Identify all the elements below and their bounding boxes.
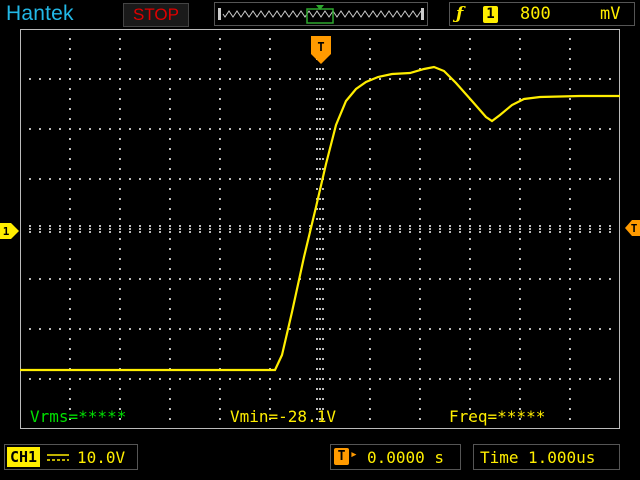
timebase-panel[interactable]: Time 1.000us [473,444,620,470]
channel-1-label: CH1 [7,447,41,467]
trigger-position-icon: T [334,448,349,465]
brand-logo: Hantek [6,2,74,25]
timebase-label: Time [480,448,519,467]
trigger-position-value: 0.0000 s [367,448,445,467]
trigger-edge-icon: ƒ [456,4,464,24]
trigger-level-marker-label: T [631,222,638,235]
trigger-time-marker-label: T [317,40,324,54]
vmin-measurement: Vmin=-28.1V [230,407,336,426]
arrow-right-icon: ▸ [350,447,358,462]
freq-measurement: Freq=***** [449,407,546,426]
timebase-value: 1.000us [528,448,596,467]
channel-1-ground-marker-label: 1 [3,225,10,238]
waveform-display[interactable] [20,29,620,429]
trigger-source-badge: 1 [483,6,498,23]
trigger-time-marker[interactable]: T [310,36,332,66]
memory-waveform-icon [218,5,424,24]
status-bar: Hantek STOP ƒ 1 800 mV [0,0,640,28]
channel-1-settings[interactable]: CH1 10.0V [4,444,138,470]
volts-per-div: 10.0V [77,448,126,467]
channel-1-ground-marker[interactable]: 1 [0,222,20,240]
run-stop-indicator[interactable]: STOP [123,3,189,27]
settings-bar: CH1 10.0V T ▸ 0.0000 s Time 1.000us [0,440,640,480]
trigger-level-unit: mV [600,4,621,24]
dc-coupling-icon [45,447,71,471]
trigger-level-marker[interactable]: T [625,219,640,237]
vrms-measurement: Vrms=***** [30,407,127,426]
trigger-panel[interactable]: ƒ 1 800 mV [449,2,635,26]
trigger-position-panel[interactable]: T ▸ 0.0000 s [330,444,461,470]
memory-position-bar[interactable] [214,2,428,26]
trigger-level-value: 800 [520,4,551,24]
